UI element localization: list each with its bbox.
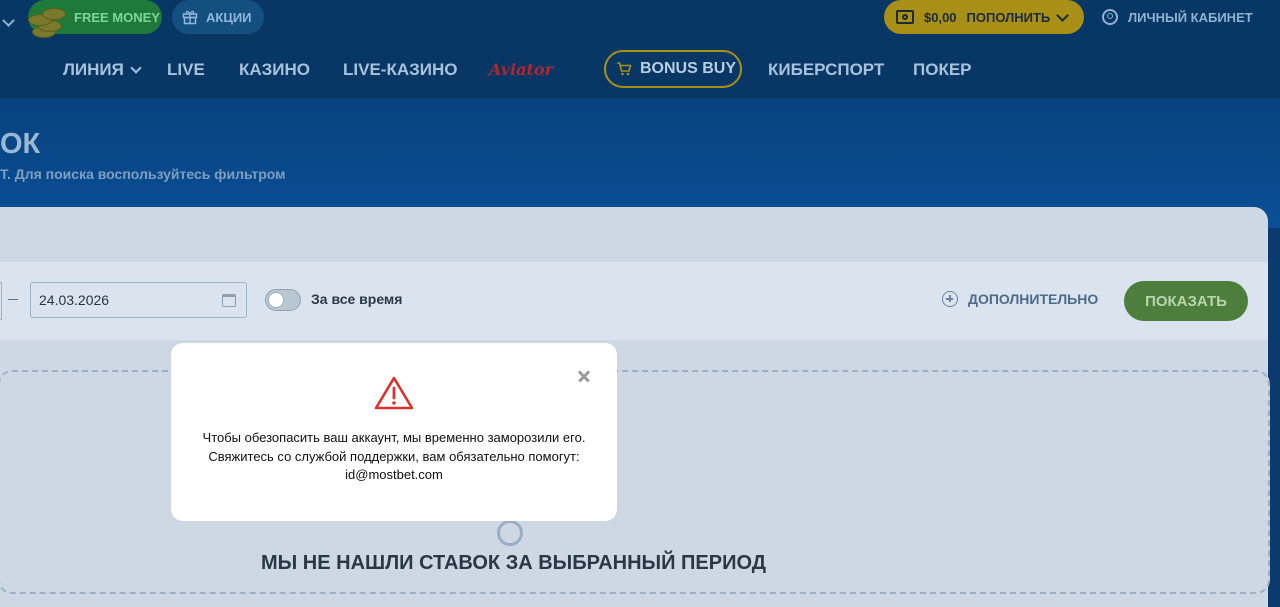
chevron-down-icon	[130, 61, 142, 74]
nav-label: КИБЕРСПОРТ	[768, 60, 885, 79]
nav-label: BONUS BUY	[640, 60, 737, 77]
account-button[interactable]: ЛИЧНЫЙ КАБИНЕТ	[1102, 0, 1253, 34]
nav-label: КАЗИНО	[239, 60, 311, 79]
cart-icon	[617, 62, 632, 76]
nav-item-casino[interactable]: КАЗИНО	[239, 60, 310, 80]
toggle-knob	[268, 292, 284, 308]
account-label: ЛИЧНЫЙ КАБИНЕТ	[1128, 9, 1253, 25]
top-bar: FREE MONEY АКЦИИ $0,00 ПОПОЛНИТЬ ЛИЧНЫЙ …	[0, 0, 1280, 40]
more-filters-button[interactable]: ДОПОЛНИТЕЛЬНО	[942, 291, 1098, 307]
user-icon	[1102, 9, 1118, 25]
free-money-button[interactable]: FREE MONEY	[28, 0, 162, 38]
free-money-label: FREE MONEY	[74, 9, 160, 25]
page-title: ОК	[0, 128, 41, 160]
date-range-separator	[8, 299, 18, 300]
promotions-button[interactable]: АКЦИИ	[172, 0, 264, 34]
plus-circle-icon	[942, 291, 958, 307]
nav-label: ПОКЕР	[913, 60, 972, 79]
deposit-label: ПОПОЛНИТЬ	[966, 9, 1051, 25]
coins-icon	[24, 0, 70, 40]
nav-item-live[interactable]: LIVE	[167, 60, 205, 80]
nav-item-aviator[interactable]: Aviator	[489, 60, 553, 79]
date-to-field[interactable]: 24.03.2026	[30, 282, 247, 318]
all-time-toggle[interactable]	[265, 289, 301, 311]
search-icon	[497, 520, 523, 546]
nav-item-esports[interactable]: КИБЕРСПОРТ	[768, 60, 884, 80]
date-from-field[interactable]	[0, 282, 2, 320]
balance-amount: $0,00	[924, 9, 957, 25]
dialog-message: Чтобы обезопасить ваш аккаунт, мы времен…	[202, 430, 586, 482]
nav-label: LIVE-КАЗИНО	[343, 60, 458, 79]
nav-item-line[interactable]: ЛИНИЯ	[63, 60, 142, 80]
account-frozen-dialog: Чтобы обезопасить ваш аккаунт, мы времен…	[171, 343, 617, 521]
gift-icon	[182, 10, 198, 25]
all-time-label: За все время	[311, 291, 403, 307]
nav-label: ЛИНИЯ	[63, 60, 124, 79]
nav-item-poker[interactable]: ПОКЕР	[913, 60, 972, 80]
more-filters-label: ДОПОЛНИТЕЛЬНО	[968, 291, 1099, 307]
nav-label: LIVE	[167, 60, 205, 79]
warning-icon	[374, 376, 414, 410]
nav-item-bonus-buy[interactable]: BONUS BUY	[604, 50, 742, 88]
date-to-value: 24.03.2026	[39, 292, 110, 308]
wallet-icon	[896, 10, 914, 24]
promotions-label: АКЦИИ	[206, 9, 252, 25]
deposit-button[interactable]: $0,00 ПОПОЛНИТЬ	[884, 0, 1084, 34]
chevron-down-icon[interactable]	[2, 12, 15, 30]
show-button[interactable]: ПОКАЗАТЬ	[1124, 281, 1248, 321]
empty-state-title: МЫ НЕ НАШЛИ СТАВОК ЗА ВЫБРАННЫЙ ПЕРИОД	[261, 552, 767, 574]
close-icon[interactable]	[575, 367, 593, 385]
page-subtitle: Т. Для поиска воспользуйтесь фильтром	[0, 166, 286, 182]
calendar-icon[interactable]	[222, 294, 236, 307]
chevron-down-icon	[1056, 8, 1070, 22]
nav-item-live-casino[interactable]: LIVE-КАЗИНО	[343, 60, 457, 80]
